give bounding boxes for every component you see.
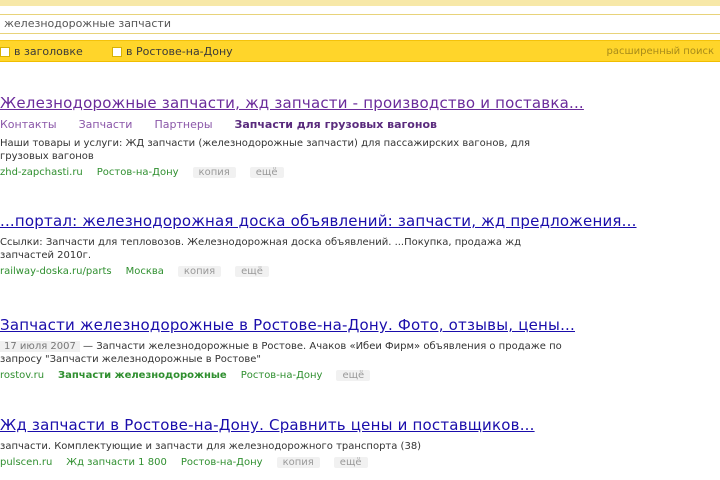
search-result: ...портал: железнодорожная доска объявле… (0, 212, 720, 277)
result-url[interactable]: rostov.ru (0, 370, 44, 381)
result-meta: pulscen.ru Жд запчасти 1 800 Ростов-на-Д… (0, 457, 720, 468)
sitelinks: Контакты Запчасти Партнеры Запчасти для … (0, 118, 720, 131)
result-meta: zhd-zapchasti.ru Ростов-на-Дону копия ещ… (0, 167, 720, 178)
result-date: 17 июля 2007 (0, 341, 80, 352)
result-snippet: Ссылки: Запчасти для тепловозов. Железно… (0, 237, 522, 248)
sitelink[interactable]: Запчасти (79, 118, 133, 131)
sitelink[interactable]: Контакты (0, 118, 57, 131)
search-result: Запчасти железнодорожные в Ростове-на-До… (0, 316, 720, 381)
search-result: Жд запчасти в Ростове-на-Дону. Сравнить … (0, 416, 720, 468)
advanced-search-link[interactable]: расширенный поиск (607, 46, 714, 57)
checkbox-icon[interactable] (112, 46, 122, 57)
more-link[interactable]: ещё (333, 457, 368, 468)
result-snippet: грузовых вагонов (0, 151, 94, 162)
more-link[interactable]: ещё (336, 370, 371, 381)
filter-in-title[interactable]: в заголовке (0, 45, 83, 58)
cached-copy-link[interactable]: копия (276, 457, 320, 468)
filter-label: в Ростове-на-Дону (126, 45, 233, 58)
result-snippet: Наши товары и услуги: ЖД запчасти (желез… (0, 138, 531, 149)
result-category[interactable]: Запчасти железнодорожные (58, 370, 227, 381)
result-snippet: запчастей 2010г. (0, 250, 92, 261)
result-url[interactable]: railway-doska.ru/parts (0, 266, 112, 277)
result-region: Ростов-на-Дону (180, 457, 263, 468)
cached-copy-link[interactable]: копия (177, 266, 222, 277)
result-snippet: запросу "Запчасти железнодорожные в Рост… (0, 354, 262, 365)
sitelink[interactable]: Запчасти для грузовых вагонов (235, 118, 437, 131)
filter-in-region[interactable]: в Ростове-на-Дону (112, 45, 233, 58)
result-meta: railway-doska.ru/parts Москва копия ещё (0, 266, 720, 277)
more-link[interactable]: ещё (235, 266, 269, 277)
result-title-link[interactable]: ...портал: железнодорожная доска объявле… (0, 212, 720, 230)
result-url[interactable]: pulscen.ru (0, 457, 52, 468)
result-snippet: 17 июля 2007 — Запчасти железнодорожные … (0, 340, 720, 353)
search-input[interactable]: железнодорожные запчасти (0, 14, 720, 34)
search-filter-bar: в заголовке в Ростове-на-Дону расширенны… (0, 40, 720, 62)
result-region: Москва (125, 266, 164, 277)
result-snippet-text: — Запчасти железнодорожные в Ростове. Ач… (83, 341, 562, 352)
checkbox-icon[interactable] (0, 46, 10, 57)
search-result: Железнодорожные запчасти, жд запчасти - … (0, 94, 720, 178)
result-url[interactable]: zhd-zapchasti.ru (0, 167, 83, 178)
result-title-link[interactable]: Железнодорожные запчасти, жд запчасти - … (0, 94, 720, 112)
result-region: Ростов-на-Дону (96, 167, 179, 178)
result-title-link[interactable]: Жд запчасти в Ростове-на-Дону. Сравнить … (0, 416, 720, 434)
more-link[interactable]: ещё (249, 167, 284, 178)
result-title-link[interactable]: Запчасти железнодорожные в Ростове-на-До… (0, 316, 720, 334)
result-category[interactable]: Жд запчасти 1 800 (66, 457, 167, 468)
result-region: Ростов-на-Дону (240, 370, 323, 381)
top-accent-line (0, 0, 720, 6)
result-snippet: запчасти. Комплектующие и запчасти для ж… (0, 441, 422, 452)
result-meta: rostov.ru Запчасти железнодорожные Росто… (0, 370, 720, 381)
filter-label: в заголовке (14, 45, 83, 58)
sitelink[interactable]: Партнеры (154, 118, 212, 131)
cached-copy-link[interactable]: копия (192, 167, 236, 178)
